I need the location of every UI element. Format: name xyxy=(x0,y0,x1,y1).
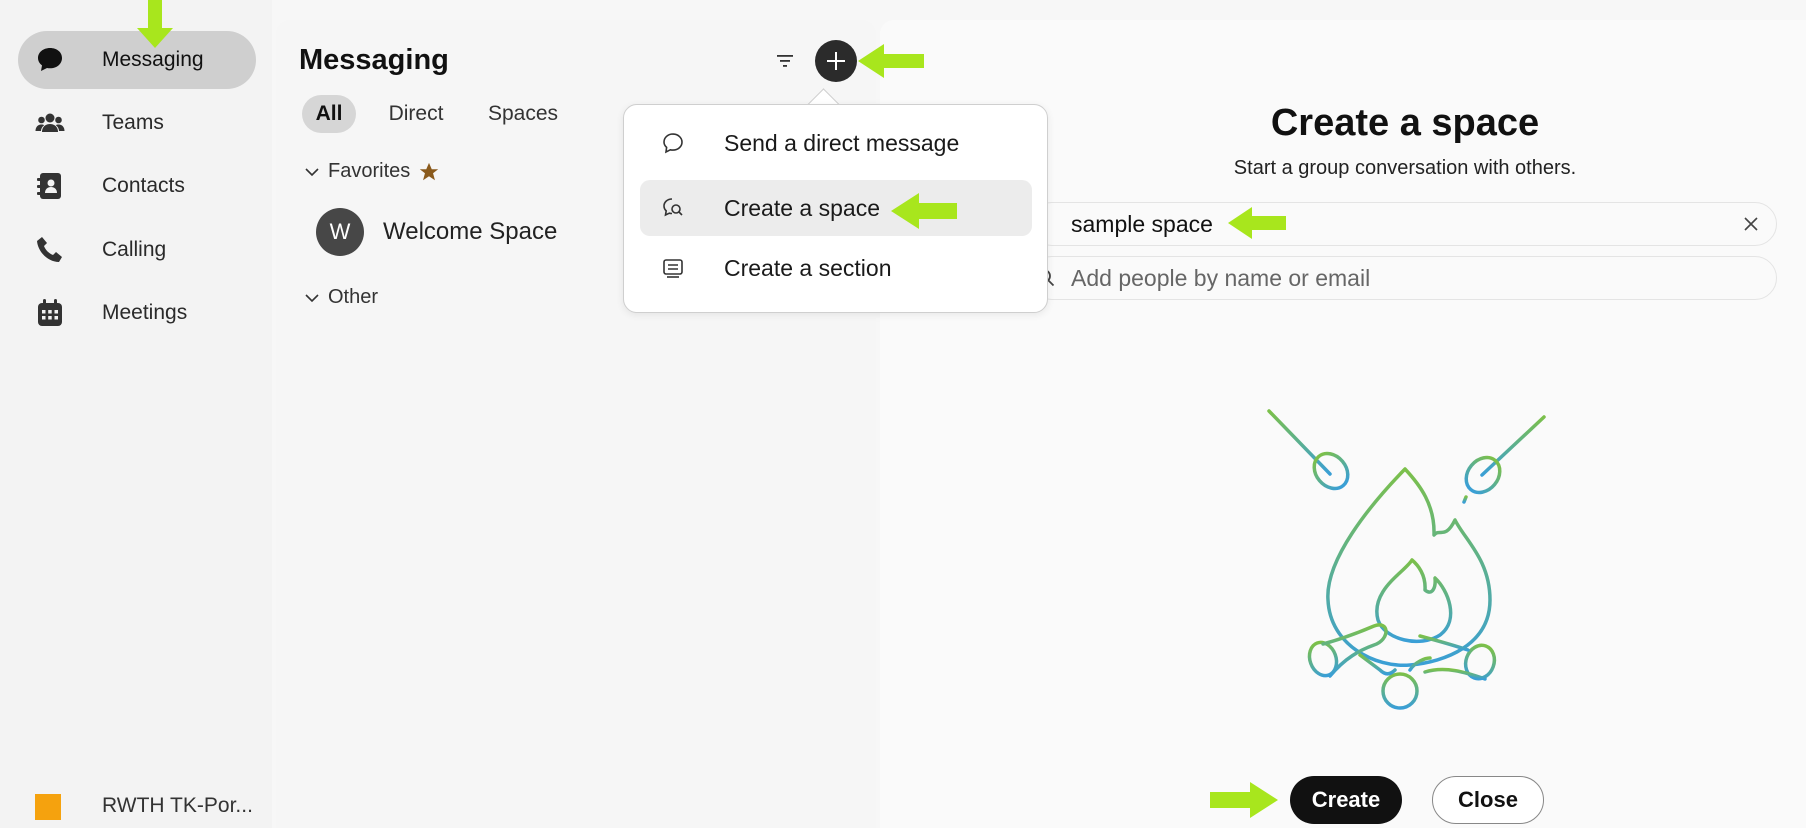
space-name-field[interactable] xyxy=(1030,202,1777,246)
add-people-input[interactable] xyxy=(1071,257,1711,299)
chevron-down-icon xyxy=(304,290,320,306)
nav-label: Calling xyxy=(102,238,167,261)
section-list-icon xyxy=(660,255,686,281)
chat-bubble-icon xyxy=(30,40,70,80)
menu-item-create-space[interactable]: Create a space xyxy=(640,180,1032,236)
nav-label: Teams xyxy=(102,111,164,134)
annotation-arrow-icon xyxy=(1210,782,1278,818)
new-conversation-button[interactable] xyxy=(815,40,857,82)
annotation-arrow-icon xyxy=(1228,207,1286,239)
menu-item-label: Create a space xyxy=(724,194,880,221)
clear-icon[interactable] xyxy=(1740,213,1762,235)
annotation-arrow-icon xyxy=(137,0,173,48)
nav-item-teams[interactable]: Teams xyxy=(18,94,256,152)
org-label[interactable]: RWTH TK-Por... xyxy=(102,794,253,818)
nav-item-meetings[interactable]: Meetings xyxy=(18,284,256,342)
close-button[interactable]: Close xyxy=(1432,776,1544,824)
phone-icon xyxy=(30,230,70,270)
space-list-item-name[interactable]: Welcome Space xyxy=(383,218,557,246)
filter-icon[interactable] xyxy=(770,46,800,76)
menu-item-label: Create a section xyxy=(724,254,892,281)
page-title: Messaging xyxy=(299,44,449,76)
tab-spaces[interactable]: Spaces xyxy=(480,95,566,133)
nav-label: Contacts xyxy=(102,174,185,197)
people-icon xyxy=(30,103,70,143)
space-name-input[interactable] xyxy=(1071,203,1711,245)
annotation-arrow-icon xyxy=(891,193,957,229)
add-people-field[interactable] xyxy=(1030,256,1777,300)
annotation-arrow-icon xyxy=(858,44,924,78)
menu-item-send-direct-message[interactable]: Send a direct message xyxy=(640,115,1032,171)
plus-icon xyxy=(824,49,848,73)
menu-item-create-section[interactable]: Create a section xyxy=(640,240,1032,296)
address-book-icon xyxy=(30,166,70,206)
other-label: Other xyxy=(328,286,379,308)
chevron-down-icon xyxy=(304,164,320,180)
tab-direct[interactable]: Direct xyxy=(378,95,454,133)
create-space-title: Create a space xyxy=(1270,102,1540,144)
org-logo-icon xyxy=(35,794,61,820)
tab-all[interactable]: All xyxy=(302,95,356,133)
avatar[interactable]: W xyxy=(316,208,364,256)
nav-label: Meetings xyxy=(102,301,188,324)
new-conversation-menu: Send a direct message Create a space Cre… xyxy=(623,104,1048,313)
chat-bubble-outline-icon xyxy=(660,130,686,156)
favorites-section-header[interactable]: Favorites xyxy=(304,160,440,183)
nav-item-contacts[interactable]: Contacts xyxy=(18,157,256,215)
nav-item-calling[interactable]: Calling xyxy=(18,221,256,279)
create-space-subtitle: Start a group conversation with others. xyxy=(1233,157,1577,179)
nav-label: Messaging xyxy=(102,48,204,71)
create-button[interactable]: Create xyxy=(1290,776,1402,824)
chat-search-icon xyxy=(660,195,686,221)
calendar-icon xyxy=(30,293,70,333)
favorites-label: Favorites xyxy=(328,160,411,182)
star-icon xyxy=(418,161,440,183)
other-section-header[interactable]: Other xyxy=(304,286,378,309)
menu-item-label: Send a direct message xyxy=(724,129,960,156)
campfire-illustration xyxy=(1250,400,1560,720)
